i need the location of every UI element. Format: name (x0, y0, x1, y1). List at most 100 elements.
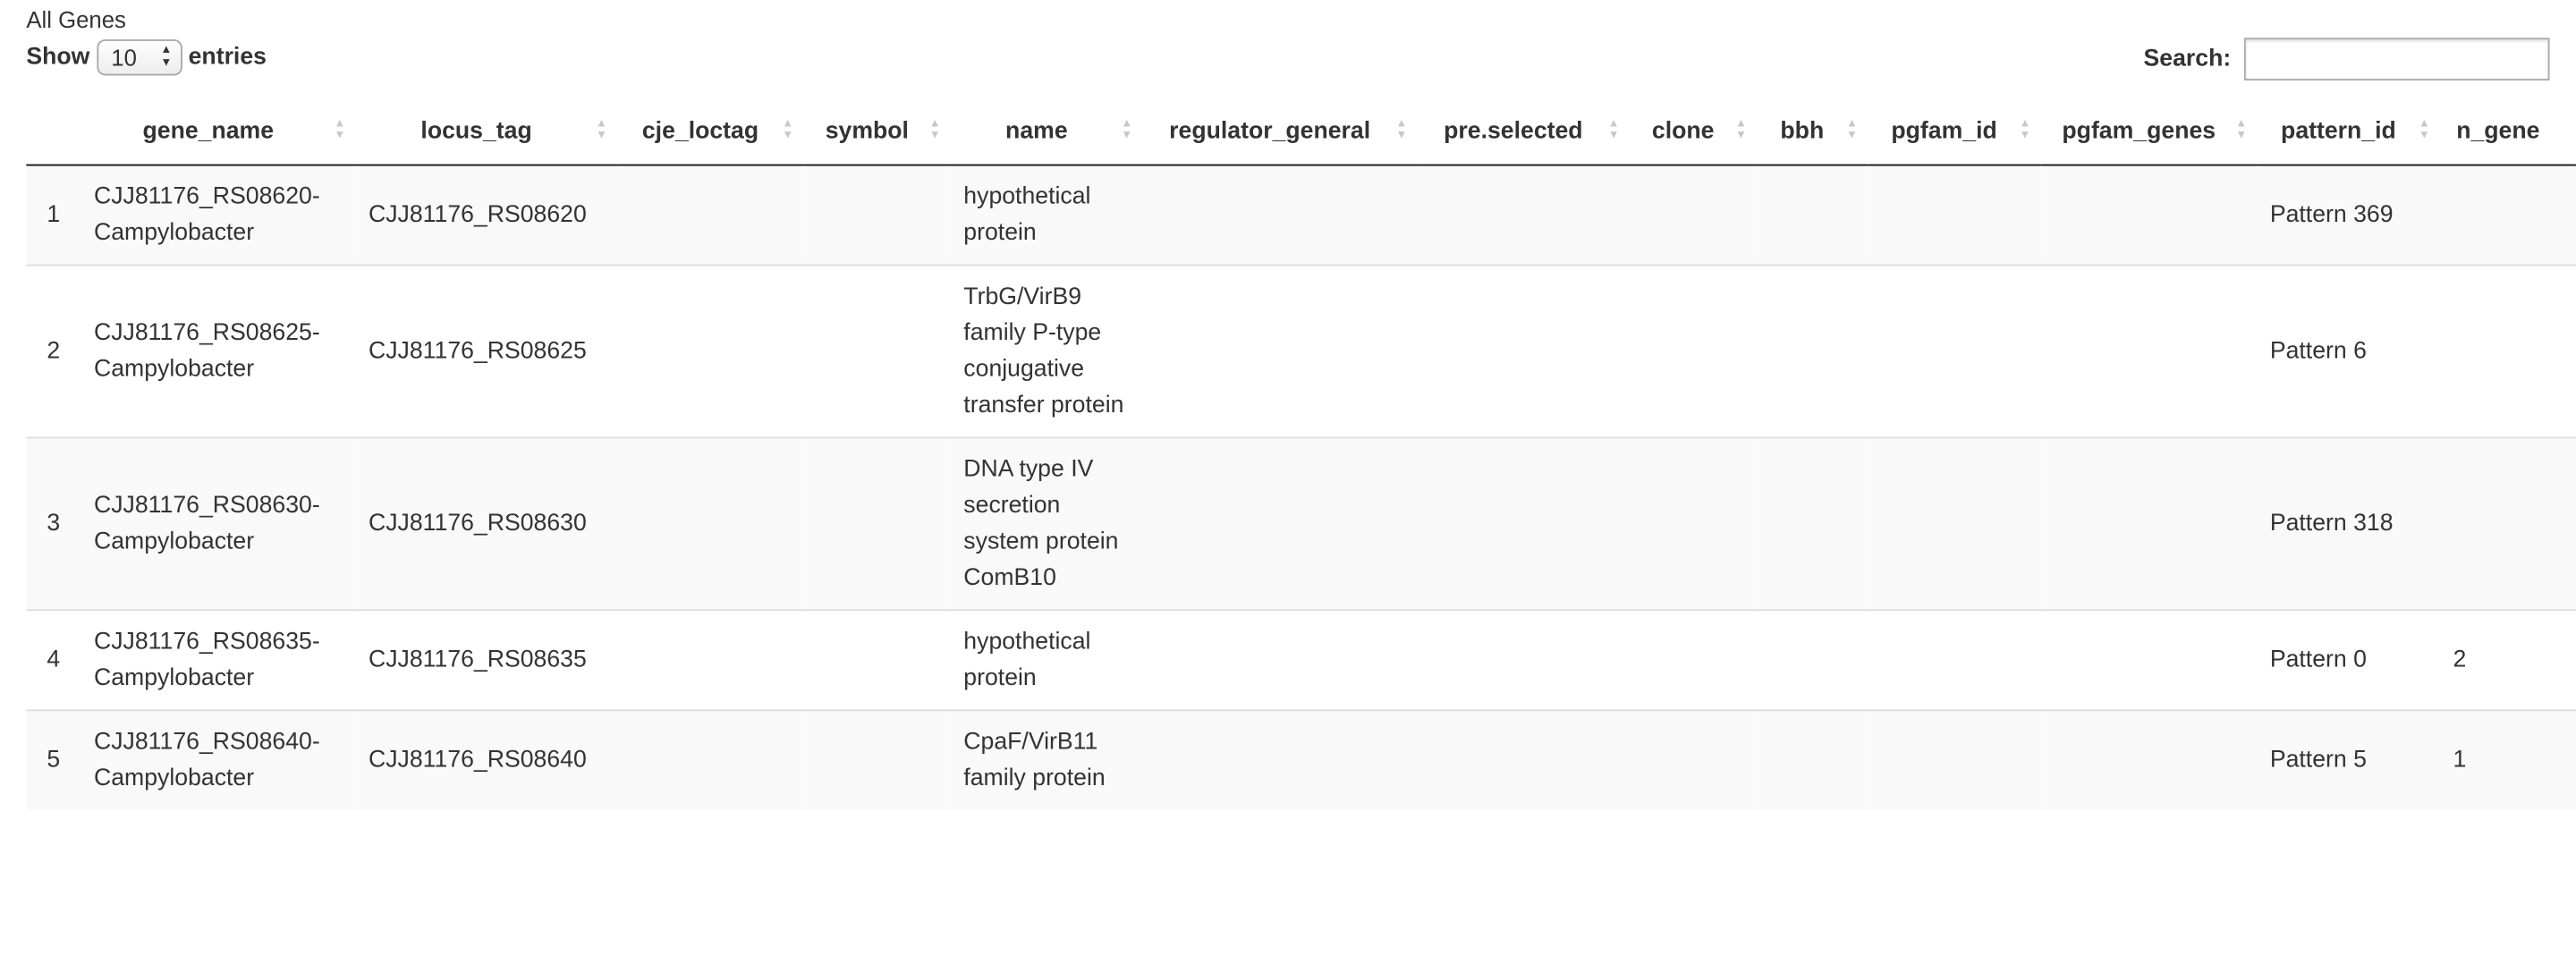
cell-bbh (1756, 709, 1868, 810)
header-clone[interactable]: clone ▲ ▼ (1629, 98, 1757, 166)
header-index (26, 98, 81, 166)
cell-index: 5 (26, 709, 81, 810)
header-bbh[interactable]: bbh ▲ ▼ (1756, 98, 1868, 166)
cell-n-genes: 1 (2439, 709, 2576, 810)
cell-pre-selected (1417, 709, 1630, 810)
table-row[interactable]: 5 CJJ81176_RS08640-Campylobacter CJJ81176_… (26, 709, 2576, 810)
table-row[interactable]: 2 CJJ81176_RS08625-Campylobacter CJJ81176_… (26, 264, 2576, 438)
entries-label: entries (188, 44, 267, 71)
cell-gene-name: CJJ81176_RS08630-Campylobacter (80, 436, 356, 611)
cell-cje-loctag (616, 164, 804, 266)
search-control: Search: (2144, 38, 2550, 80)
cell-pattern-id: Pattern 0 (2257, 609, 2440, 711)
cell-clone (1629, 609, 1757, 711)
genes-datatable-page: All Genes Show 10 ▲ ▼ entries Search: ge… (0, 0, 2576, 964)
cell-cje-loctag (616, 264, 804, 438)
table-row[interactable]: 4 CJJ81176_RS08635-Campylobacter CJJ81176_… (26, 609, 2576, 711)
cell-name: CpaF/VirB11 family protein (950, 709, 1143, 810)
header-label: bbh (1780, 118, 1825, 145)
cell-cje-loctag (616, 436, 804, 611)
cell-locus-tag: CJJ81176_RS08630 (355, 436, 617, 611)
header-label: symbol (825, 118, 909, 145)
cell-index: 4 (26, 609, 81, 711)
entries-length-control: Show 10 ▲ ▼ entries (26, 39, 267, 76)
sort-both-icon[interactable]: ▲ ▼ (2419, 118, 2430, 141)
cell-pattern-id: Pattern 6 (2257, 264, 2440, 438)
header-label: locus_tag (420, 118, 532, 145)
genes-table: gene_name ▲ ▼ locus_tag ▲ ▼ cje_loctag ▲ ▼ symbol… (26, 98, 2576, 810)
header-label: n_gene (2456, 118, 2540, 145)
sort-both-icon[interactable]: ▲ ▼ (1846, 118, 1858, 141)
cell-pgfam-id (1867, 264, 2041, 438)
sort-both-icon[interactable]: ▲ ▼ (596, 118, 607, 141)
cell-name: TrbG/VirB9 family P-type conjugative tra… (950, 264, 1143, 438)
table-header: gene_name ▲ ▼ locus_tag ▲ ▼ cje_loctag ▲ ▼ symbol… (26, 98, 2576, 166)
cell-locus-tag: CJJ81176_RS08635 (355, 609, 617, 711)
header-symbol[interactable]: symbol ▲ ▼ (803, 98, 951, 166)
cell-pattern-id: Pattern 369 (2257, 164, 2440, 266)
sort-both-icon[interactable]: ▲ ▼ (2235, 118, 2247, 141)
cell-pgfam-id (1867, 164, 2041, 266)
header-pgfam-id[interactable]: pgfam_id ▲ ▼ (1867, 98, 2041, 166)
cell-clone (1629, 709, 1757, 810)
sort-both-icon[interactable]: ▲ ▼ (1735, 118, 1747, 141)
table-row[interactable]: 1 CJJ81176_RS08620-Campylobacter CJJ81176_… (26, 164, 2576, 266)
cell-n-genes (2439, 264, 2576, 438)
sort-both-icon[interactable]: ▲ ▼ (2020, 118, 2031, 141)
cell-pgfam-genes (2040, 609, 2258, 711)
header-label: pattern_id (2281, 118, 2396, 145)
header-regulator-general[interactable]: regulator_general ▲ ▼ (1142, 98, 1418, 166)
search-input[interactable] (2243, 38, 2550, 80)
cell-gene-name: CJJ81176_RS08625-Campylobacter (80, 264, 356, 438)
cell-gene-name: CJJ81176_RS08640-Campylobacter (80, 709, 356, 810)
cell-symbol (803, 609, 951, 711)
header-gene-name[interactable]: gene_name ▲ ▼ (80, 98, 356, 166)
cell-name: hypothetical protein (950, 164, 1143, 266)
show-label: Show (26, 44, 90, 71)
cell-n-genes (2439, 436, 2576, 611)
cell-pre-selected (1417, 164, 1630, 266)
header-pre-selected[interactable]: pre.selected ▲ ▼ (1417, 98, 1630, 166)
sort-both-icon[interactable]: ▲ ▼ (782, 118, 793, 141)
header-label: name (1005, 118, 1068, 145)
sort-both-icon[interactable]: ▲ ▼ (1395, 118, 1407, 141)
cell-gene-name: CJJ81176_RS08635-Campylobacter (80, 609, 356, 711)
entries-select-value: 10 (111, 44, 137, 71)
cell-name: hypothetical protein (950, 609, 1143, 711)
search-label: Search: (2143, 46, 2232, 72)
cell-bbh (1756, 164, 1868, 266)
cell-symbol (803, 264, 951, 438)
cell-pgfam-id (1867, 709, 2041, 810)
table-body: 1 CJJ81176_RS08620-Campylobacter CJJ81176_… (26, 164, 2576, 810)
header-pgfam-genes[interactable]: pgfam_genes ▲ ▼ (2040, 98, 2258, 166)
header-label: pgfam_genes (2062, 118, 2216, 145)
cell-locus-tag: CJJ81176_RS08625 (355, 264, 617, 438)
cell-regulator-general (1142, 436, 1418, 611)
header-locus-tag[interactable]: locus_tag ▲ ▼ (355, 98, 617, 166)
table-row[interactable]: 3 CJJ81176_RS08630-Campylobacter CJJ81176_… (26, 436, 2576, 611)
header-label: cje_loctag (641, 118, 759, 145)
sort-both-icon[interactable]: ▲ ▼ (335, 118, 346, 141)
header-n-genes[interactable]: n_gene (2439, 98, 2576, 166)
entries-select[interactable]: 10 ▲ ▼ (96, 39, 182, 76)
cell-pgfam-genes (2040, 436, 2258, 611)
cell-bbh (1756, 436, 1868, 611)
header-pattern-id[interactable]: pattern_id ▲ ▼ (2257, 98, 2440, 166)
header-cje-loctag[interactable]: cje_loctag ▲ ▼ (616, 98, 804, 166)
cell-cje-loctag (616, 709, 804, 810)
header-name[interactable]: name ▲ ▼ (950, 98, 1143, 166)
cell-symbol (803, 709, 951, 810)
cell-clone (1629, 264, 1757, 438)
cell-pgfam-id (1867, 436, 2041, 611)
cell-regulator-general (1142, 164, 1418, 266)
cell-clone (1629, 164, 1757, 266)
sort-both-icon[interactable]: ▲ ▼ (929, 118, 941, 141)
cell-name: DNA type IV secretion system protein Com… (950, 436, 1143, 611)
cell-bbh (1756, 264, 1868, 438)
sort-both-icon[interactable]: ▲ ▼ (1608, 118, 1620, 141)
cell-n-genes: 2 (2439, 609, 2576, 711)
header-label: gene_name (142, 118, 275, 145)
header-label: clone (1651, 118, 1715, 145)
cell-symbol (803, 164, 951, 266)
sort-both-icon[interactable]: ▲ ▼ (1121, 118, 1132, 141)
